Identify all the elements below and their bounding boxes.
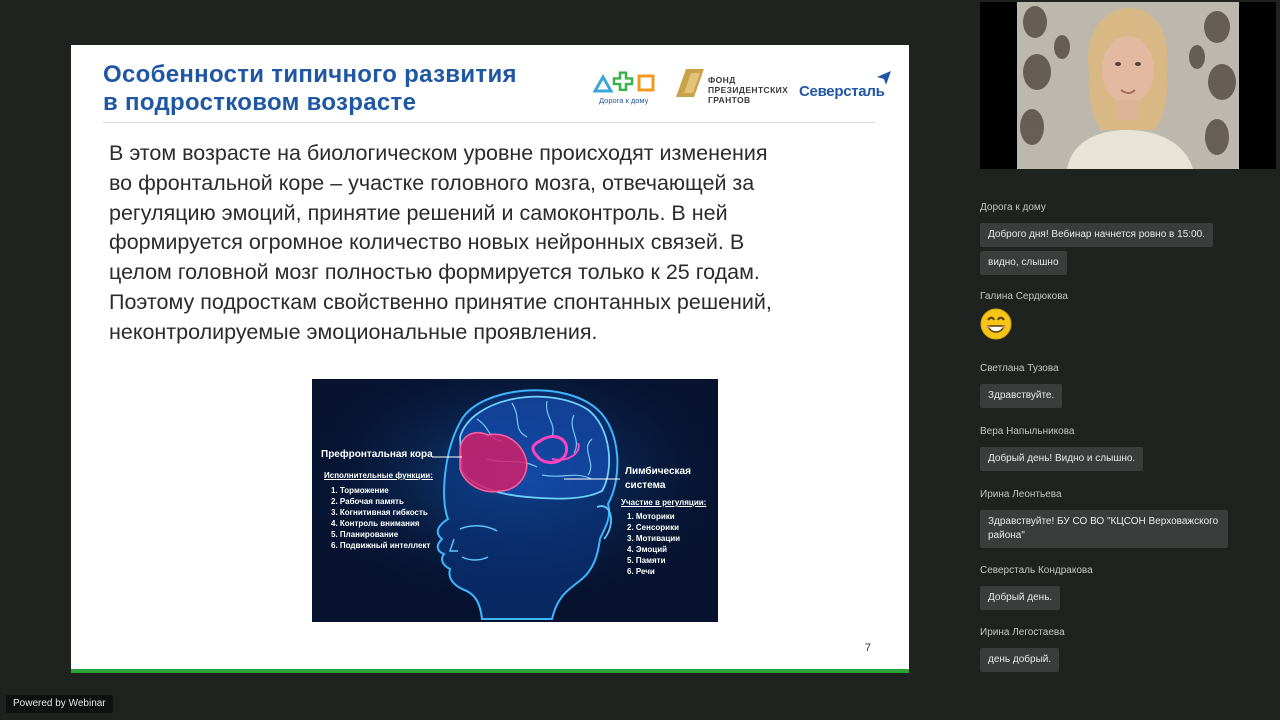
presenter-video-frame [1017,2,1239,169]
list-item: 3. Когнитивная гибкость [331,508,428,517]
list-item: 1. Моторики [627,512,675,521]
list-item: 1. Торможение [331,486,389,495]
slide-body-text: В этом возрасте на биологическом уровне … [109,139,849,348]
limbic-system-label-1: Лимбическая [625,466,691,477]
limbic-system-label-2: система [625,480,666,491]
slide-title: Особенности типичного развития в подрост… [103,61,593,117]
chat-message: Здравствуйте. [980,384,1063,408]
list-item: 5. Памяти [627,556,666,565]
chat-message-group: Ирина Легостаева день добрый. [980,627,1065,672]
presenter-webcam[interactable] [980,2,1276,169]
smiling-face-emoji-icon [980,308,1012,340]
chat-sender: Вера Напыльникова [980,426,1075,437]
chat-message-group: Северсталь Кондракова Добрый день. [980,565,1093,610]
chat-message-group: Галина Сердюкова [980,291,1068,345]
brain-diagram-image: Префронтальная кора Исполнительные функц… [312,379,718,622]
list-item: 2. Сенсорики [627,523,680,532]
doroga-logo-caption: Дорога к дому [599,96,649,105]
list-item: 4. Эмоций [627,545,668,554]
chat-message: Добрый день! Видно и слышно. [980,447,1144,471]
chat-message: Добрый день. [980,586,1061,610]
chat-sender: Ирина Леонтьева [980,489,1062,500]
chat-message-group: Дорога к дому Доброго дня! Вебинар начне… [980,202,1213,275]
chat-message-group: Ирина Леонтьева Здравствуйте! БУ СО ВО "… [980,489,1228,548]
list-item: 6. Подвижный интеллект [331,541,431,550]
slide-title-line-1: Особенности типичного развития [103,61,517,88]
chat-message: Доброго дня! Вебинар начнется ровно в 15… [980,223,1213,247]
doroga-logo-icon [593,71,655,93]
webinar-room: Особенности типичного развития в подрост… [0,0,1280,720]
slide-page-number: 7 [864,642,871,654]
chat-message: видно, слышно [980,251,1067,275]
sponsor-logos: Дорога к дому ФОНД ПРЕЗИДЕНТСКИХ ГРАНТОВ… [591,67,891,107]
slide-bottom-bar [71,669,909,673]
body-line: Поэтому подросткам свойственно принятие … [109,289,772,314]
fond-logo-caption: ФОНД ПРЕЗИДЕНТСКИХ ГРАНТОВ [708,75,789,105]
chat-message-group: Светлана Тузова Здравствуйте. [980,363,1063,408]
slide-title-line-2: в подростковом возрасте [103,89,417,116]
chat-sender: Светлана Тузова [980,363,1059,374]
severstal-logo-icon [877,71,891,85]
body-line: формируется огромное количество новых не… [109,230,745,255]
fond-prezidentskih-grantov-logo: ФОНД ПРЕЗИДЕНТСКИХ ГРАНТОВ [676,67,791,107]
prefrontal-subtitle: Исполнительные функции: [324,471,433,480]
chat-sender: Ирина Легостаева [980,627,1065,638]
list-item: 3. Мотивации [627,534,681,543]
prefrontal-list: 1. Торможение 2. Рабочая память 3. Когни… [331,485,430,551]
body-line: во фронтальной коре – участке головного … [109,170,755,195]
body-line: В этом возрасте на биологическом уровне … [109,141,768,165]
list-item: 2. Рабочая память [331,497,404,506]
body-line: регуляцию эмоций, принятие решений и сам… [109,200,728,225]
body-line: целом головной мозг полностью формируетс… [109,260,760,285]
limbic-list: 1. Моторики 2. Сенсорики 3. Мотивации 4.… [627,511,680,577]
list-item: 5. Планирование [331,530,399,539]
chat-sender: Северсталь Кондракова [980,565,1093,576]
chat-sender: Галина Сердюкова [980,291,1068,302]
chat-message: день добрый. [980,648,1060,672]
chat-message: Здравствуйте! БУ СО ВО "КЦСОН Верховажск… [980,510,1228,548]
fond-logo-icon [676,69,704,97]
slide-divider [103,122,875,123]
severstal-logo: Северсталь [799,71,891,103]
body-line: неконтролируемые эмоциональные проявлени… [109,319,598,344]
chat-message-group: Вера Напыльникова Добрый день! Видно и с… [980,426,1144,471]
list-item: 4. Контроль внимания [331,519,420,528]
prefrontal-cortex-label: Префронтальная кора [321,449,433,460]
doroga-k-domu-logo: Дорога к дому [591,71,661,107]
powered-by-webinar-badge[interactable]: Powered by Webinar [6,695,113,713]
limbic-subtitle: Участие в регуляции: [621,498,707,507]
presentation-slide: Особенности типичного развития в подрост… [71,45,909,673]
severstal-logo-caption: Северсталь [799,83,885,100]
list-item: 6. Речи [627,567,655,576]
chat-sender: Дорога к дому [980,202,1046,213]
